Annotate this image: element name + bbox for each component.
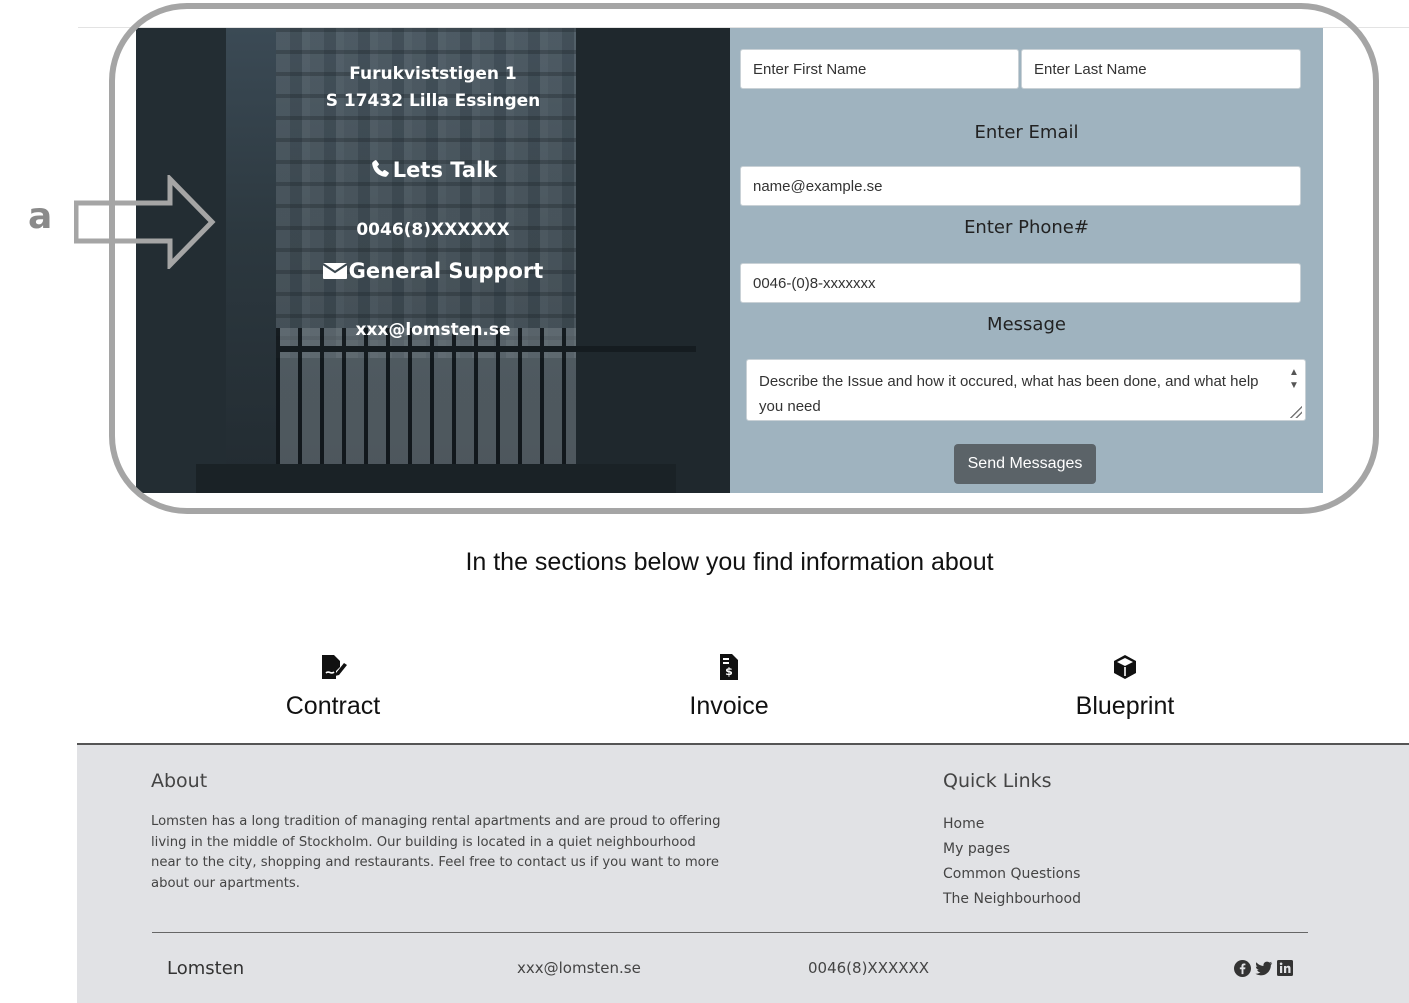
footer-brand: Lomsten — [167, 958, 245, 979]
annotation-label: a — [28, 196, 53, 237]
cube-icon — [975, 653, 1275, 686]
contact-section: Furukviststigen 1 S 17432 Lilla Essingen… — [136, 28, 1323, 493]
facebook-icon[interactable] — [1234, 960, 1251, 982]
contact-info-panel: Furukviststigen 1 S 17432 Lilla Essingen… — [136, 28, 730, 493]
contact-email: xxx@lomsten.se — [355, 320, 511, 340]
email-label: Enter Email — [974, 122, 1079, 143]
talk-heading: Lets Talk — [136, 158, 730, 185]
contact-info: Furukviststigen 1 S 17432 Lilla Essingen… — [136, 28, 730, 493]
quick-link-home[interactable]: Home — [943, 816, 984, 832]
twitter-icon[interactable] — [1255, 960, 1273, 982]
textarea-spinner[interactable]: ▲ ▼ — [1287, 366, 1301, 394]
about-heading: About — [151, 770, 208, 792]
last-name-input[interactable] — [1021, 49, 1301, 89]
envelope-icon — [322, 261, 348, 286]
message-placeholder: Describe the Issue and how it occured, w… — [759, 373, 1259, 415]
feature-blueprint[interactable]: Blueprint — [975, 653, 1275, 721]
support-heading-text: General Support — [348, 259, 544, 283]
talk-heading-text: Lets Talk — [392, 158, 498, 182]
footer-divider — [152, 932, 1308, 933]
feature-contract[interactable]: Contract — [183, 653, 483, 721]
support-heading: General Support — [136, 259, 730, 286]
svg-text:$: $ — [725, 665, 733, 678]
quick-link-my-pages[interactable]: My pages — [943, 841, 1010, 857]
file-signature-icon — [183, 653, 483, 686]
email-input[interactable] — [740, 166, 1301, 206]
feature-label: Contract — [285, 692, 381, 720]
linkedin-icon[interactable] — [1277, 960, 1293, 982]
quick-link-common-questions[interactable]: Common Questions — [943, 866, 1080, 882]
about-text: Lomsten has a long tradition of managing… — [151, 814, 721, 891]
footer: About Lomsten has a long tradition of ma… — [77, 743, 1409, 1003]
footer-phone: 0046(8)XXXXXX — [808, 959, 930, 977]
phone-label: Enter Phone# — [964, 217, 1089, 238]
message-textarea[interactable]: Describe the Issue and how it occured, w… — [746, 359, 1306, 421]
first-name-input[interactable] — [740, 49, 1019, 89]
address-line-1: Furukviststigen 1 — [349, 64, 517, 84]
feature-label: Invoice — [689, 692, 769, 720]
phone-icon — [369, 158, 391, 185]
feature-invoice[interactable]: $ Invoice — [579, 653, 879, 721]
contact-phone: 0046(8)XXXXXX — [356, 220, 510, 240]
annotation-arrow-icon — [74, 175, 216, 269]
phone-input[interactable] — [740, 263, 1301, 303]
contact-form: Enter Email Enter Phone# Message — [730, 28, 1323, 493]
footer-email[interactable]: xxx@lomsten.se — [517, 959, 641, 977]
address-line-2: S 17432 Lilla Essingen — [325, 91, 541, 111]
quick-link-neighbourhood[interactable]: The Neighbourhood — [943, 891, 1081, 907]
message-label: Message — [987, 314, 1066, 335]
quick-links-heading: Quick Links — [943, 770, 1052, 792]
send-messages-button[interactable]: Send Messages — [954, 444, 1096, 484]
file-invoice-dollar-icon: $ — [579, 653, 879, 686]
resize-grip-icon[interactable] — [1290, 406, 1302, 418]
section-intro: In the sections below you find informati… — [465, 548, 994, 576]
feature-label: Blueprint — [1075, 692, 1175, 720]
social-links — [1234, 960, 1293, 982]
